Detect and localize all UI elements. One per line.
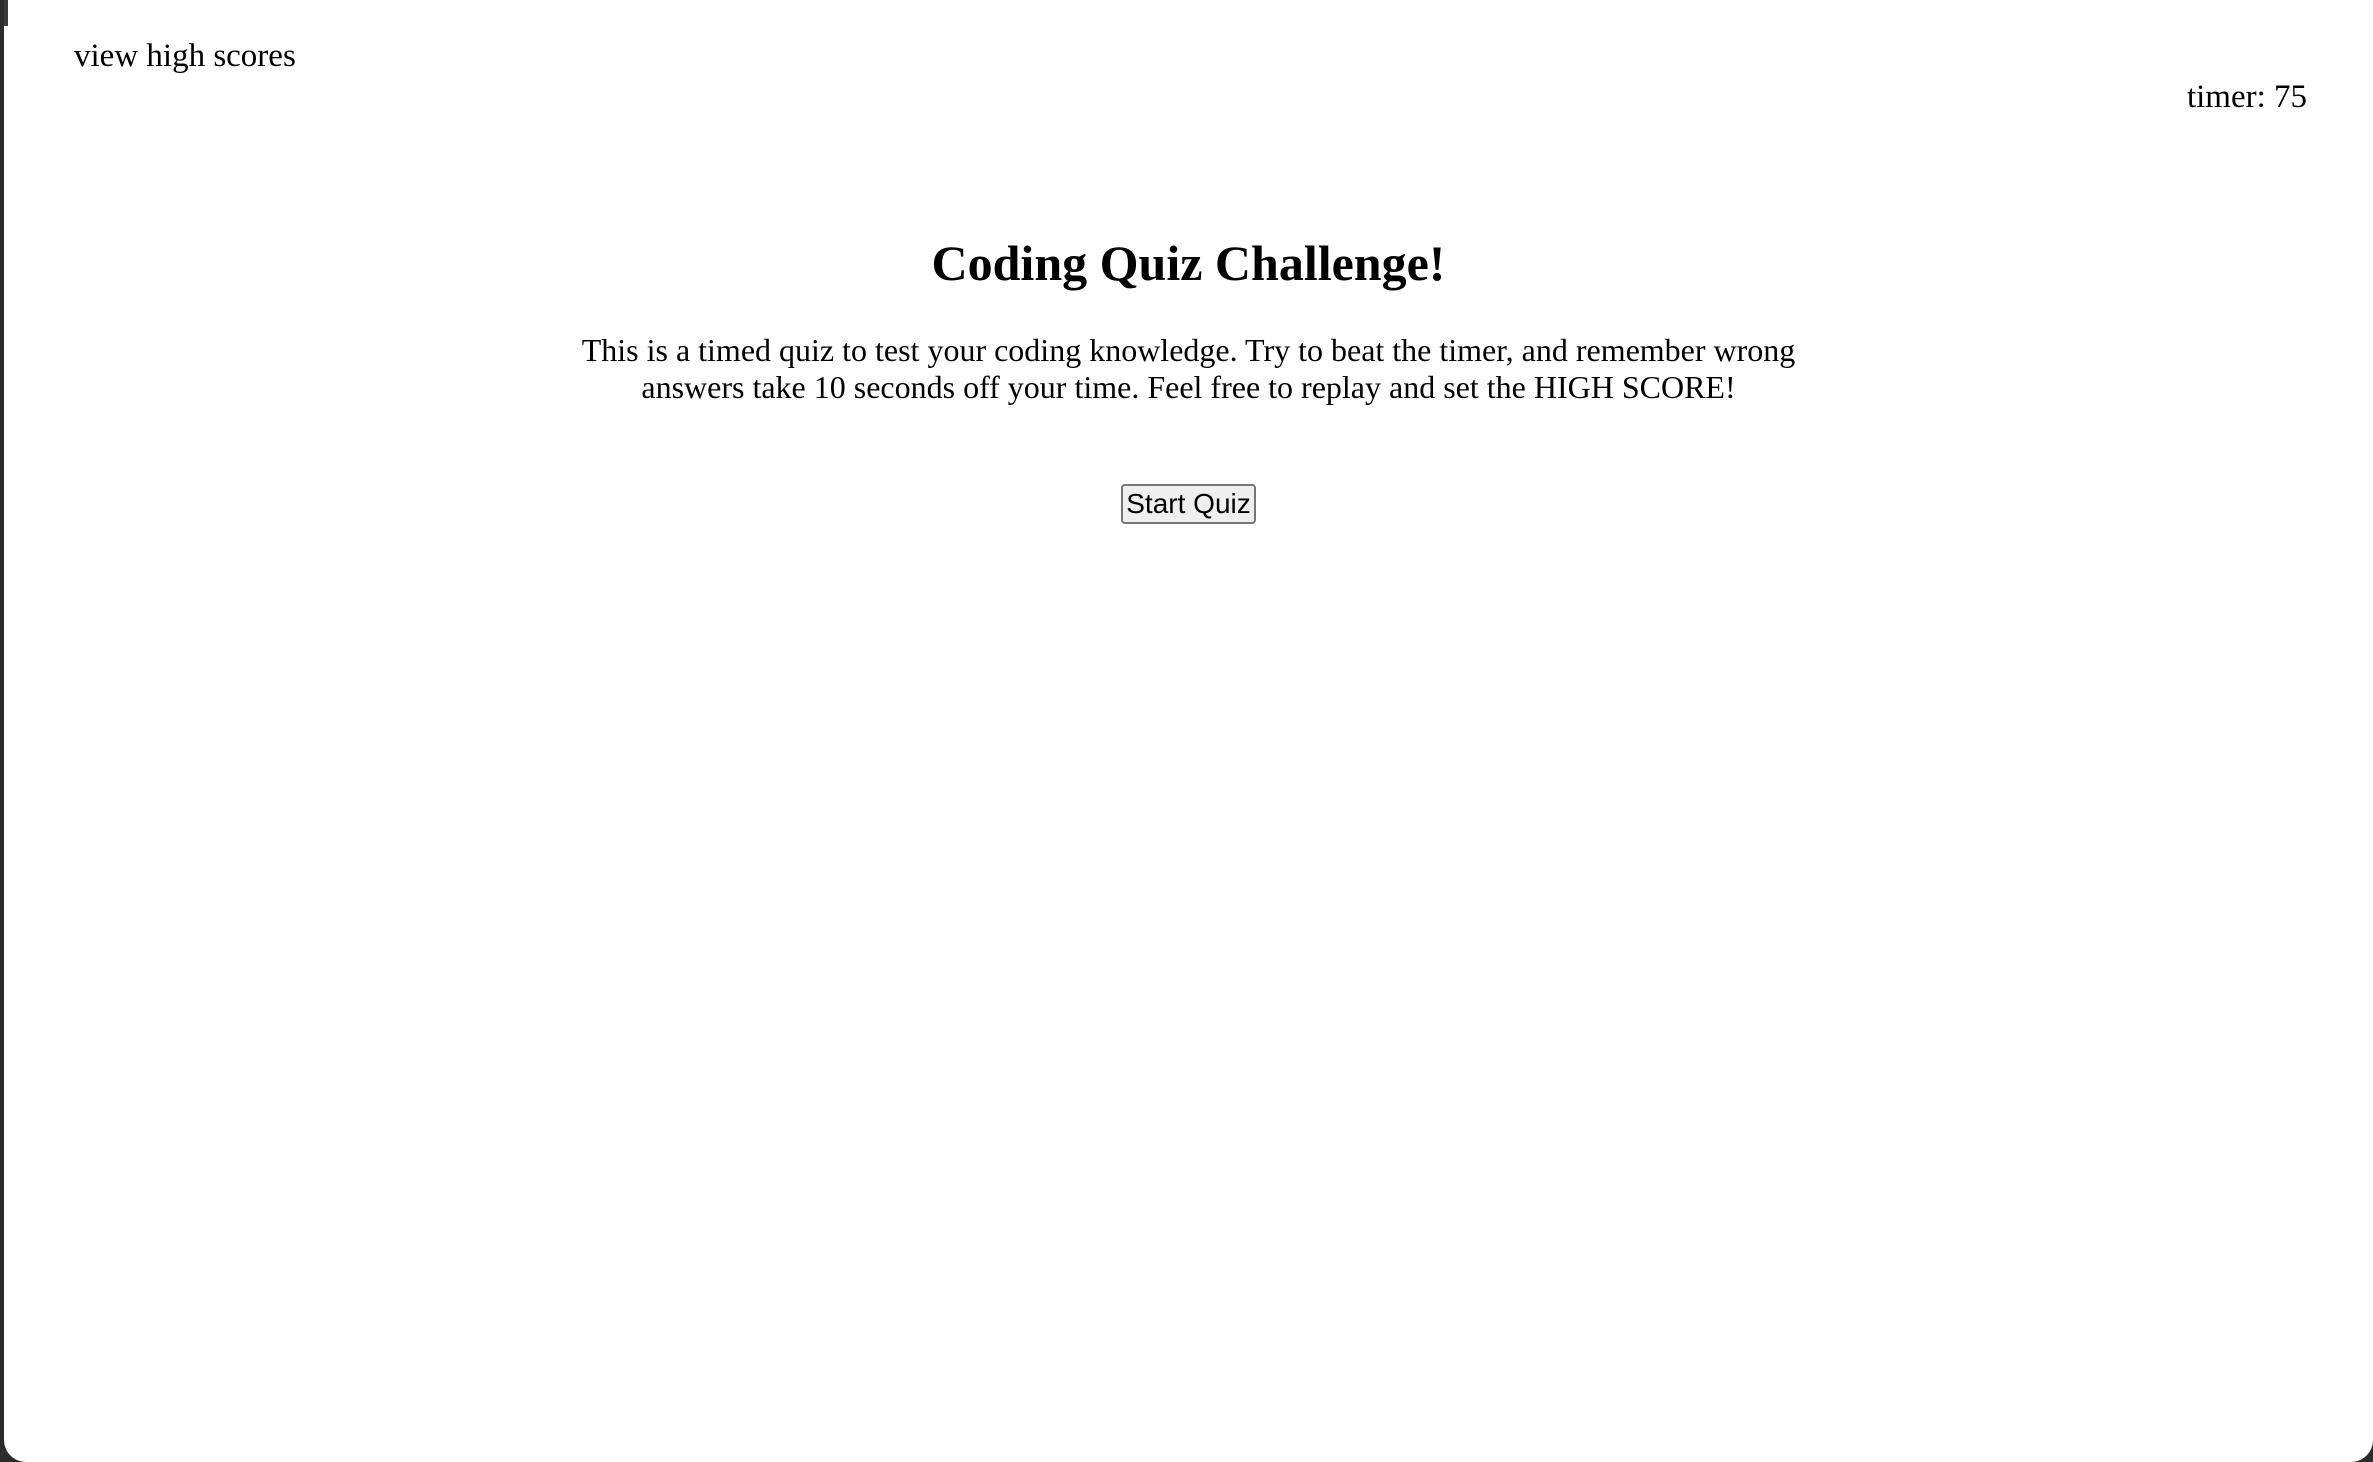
quiz-intro: Coding Quiz Challenge! This is a timed q… <box>4 228 2373 524</box>
timer-display: timer: 75 <box>2186 79 2307 115</box>
browser-viewport: view high scores timer: 75 Coding Quiz C… <box>4 0 2373 1462</box>
start-button-container: Start Quiz <box>4 484 2373 524</box>
start-quiz-button[interactable]: Start Quiz <box>1121 484 1256 524</box>
view-high-scores-link[interactable]: view high scores <box>74 36 296 76</box>
page-title: Coding Quiz Challenge! <box>931 235 1446 291</box>
window-edge <box>4 0 8 26</box>
quiz-description: This is a timed quiz to test your coding… <box>581 332 1796 405</box>
